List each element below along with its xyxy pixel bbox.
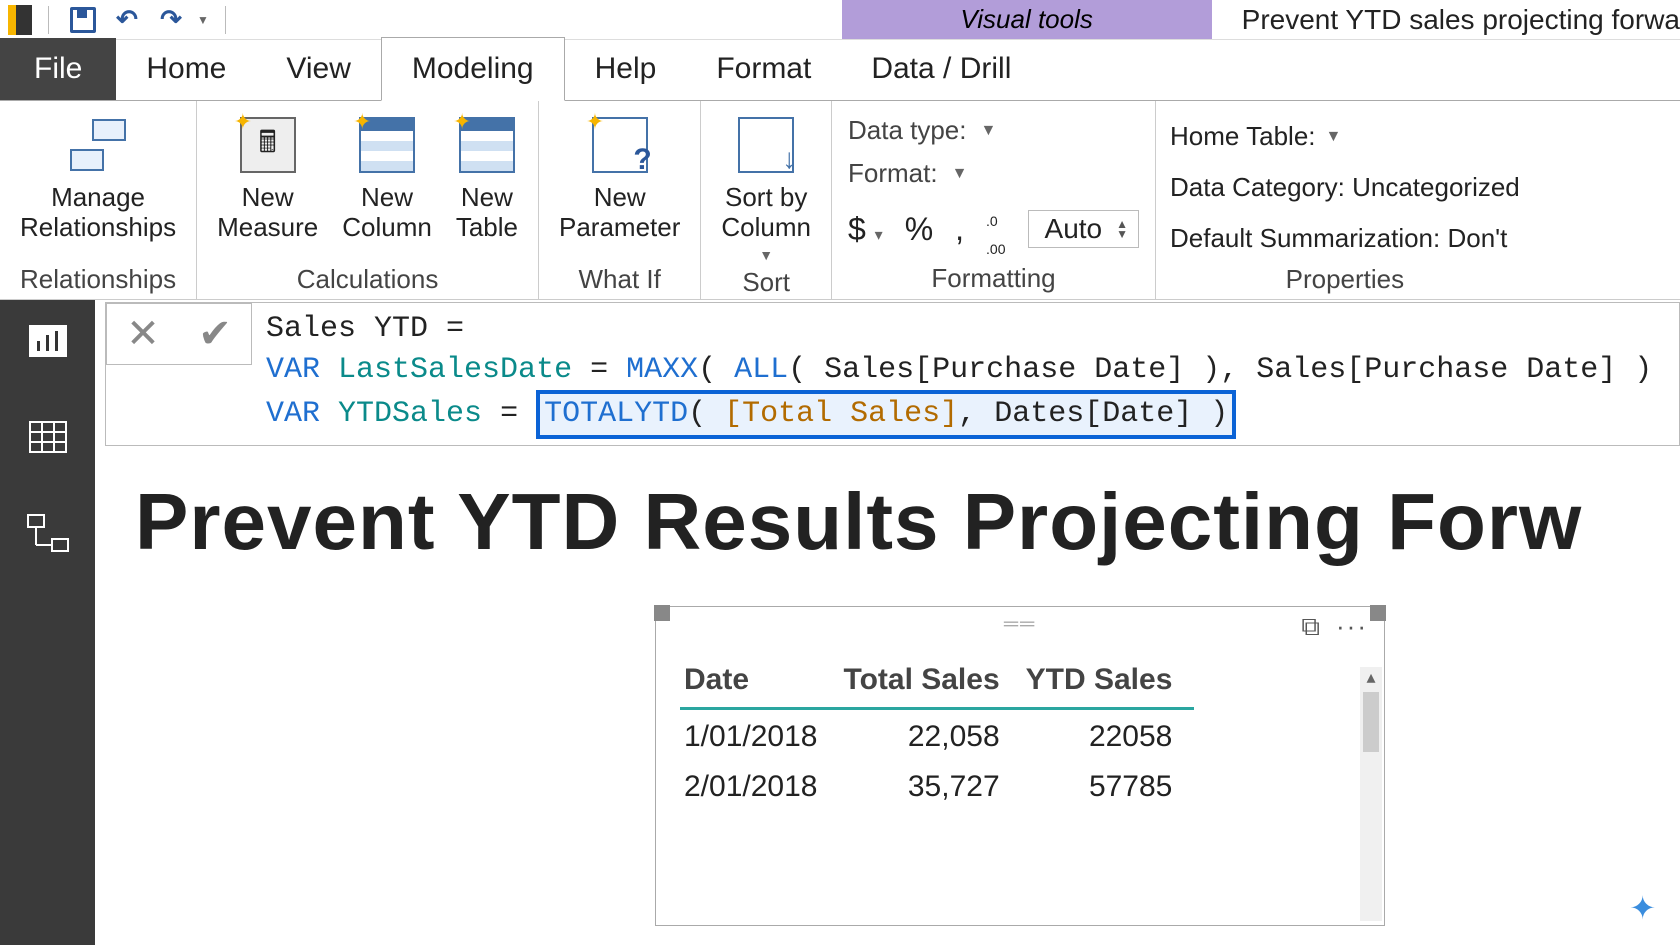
- separator: [48, 6, 49, 34]
- tab-view[interactable]: View: [256, 38, 380, 100]
- new-measure-button[interactable]: New Measure: [207, 107, 328, 247]
- save-icon: [70, 7, 96, 33]
- new-table-button[interactable]: New Table: [446, 107, 528, 247]
- quick-access-toolbar: ↶ ↷ ▼: [0, 0, 234, 39]
- group-relationships: Manage Relationships Relationships: [0, 101, 197, 299]
- table-visual[interactable]: ══ ⧉ ··· Date Total Sales YTD Sales 1/01…: [655, 606, 1385, 926]
- formula-editor[interactable]: Sales YTD = VAR LastSalesDate = MAXX( AL…: [252, 303, 1679, 445]
- app-logo-icon: [8, 5, 32, 35]
- auto-value: Auto: [1045, 213, 1103, 245]
- new-parameter-button[interactable]: New Parameter: [549, 107, 690, 247]
- undo-button[interactable]: ↶: [109, 2, 145, 38]
- tab-data-drill[interactable]: Data / Drill: [841, 38, 1041, 100]
- table-row[interactable]: 2/01/2018 35,727 57785: [680, 760, 1194, 810]
- manage-relationships-label: Manage Relationships: [20, 183, 176, 243]
- thousands-comma-button[interactable]: ,: [955, 211, 964, 248]
- save-button[interactable]: [65, 2, 101, 38]
- relationships-icon: [70, 117, 126, 173]
- measure-icon: [240, 117, 296, 173]
- sort-icon: [738, 117, 794, 173]
- data-type-label: Data type:: [848, 115, 967, 146]
- home-table-dropdown[interactable]: ▼: [1326, 128, 1342, 146]
- separator: [225, 6, 226, 34]
- new-column-button[interactable]: New Column: [332, 107, 442, 247]
- group-label: Calculations: [297, 264, 439, 297]
- manage-relationships-button[interactable]: Manage Relationships: [10, 107, 186, 247]
- ribbon: Manage Relationships Relationships New M…: [0, 100, 1680, 300]
- sort-by-column-button[interactable]: Sort by Column ▼: [711, 107, 821, 267]
- group-label: What If: [579, 264, 661, 297]
- group-sort: Sort by Column ▼ Sort: [701, 101, 832, 299]
- new-table-label: New Table: [456, 183, 518, 243]
- data-view-button[interactable]: [24, 416, 72, 458]
- data-table: Date Total Sales YTD Sales 1/01/2018 22,…: [680, 655, 1194, 810]
- redo-button[interactable]: ↷: [153, 2, 189, 38]
- data-type-dropdown[interactable]: ▼: [981, 122, 997, 140]
- decimals-button[interactable]: .0.00: [986, 205, 1005, 261]
- sort-by-label: Sort by Column: [721, 183, 811, 243]
- qat-dropdown-icon[interactable]: ▼: [197, 13, 209, 27]
- page-title: Prevent YTD Results Projecting Forw: [95, 446, 1680, 568]
- default-summarization-label: Default Summarization: Don't: [1170, 223, 1507, 254]
- report-canvas[interactable]: ✕ ✔ Sales YTD = VAR LastSalesDate = MAXX…: [95, 300, 1680, 945]
- redo-icon: ↷: [160, 4, 182, 35]
- scroll-thumb[interactable]: [1363, 692, 1379, 752]
- decimals-auto-stepper[interactable]: Auto ▲▼: [1028, 210, 1140, 248]
- new-column-label: New Column: [342, 183, 432, 243]
- spinner-icon: ▲▼: [1116, 219, 1128, 239]
- scrollbar[interactable]: ▴: [1360, 667, 1382, 921]
- document-title: Prevent YTD sales projecting forwa: [1212, 0, 1680, 39]
- format-label: Format:: [848, 158, 938, 189]
- formula-commit-button[interactable]: ✔: [179, 304, 251, 364]
- column-icon: [359, 117, 415, 173]
- format-dropdown[interactable]: ▼: [952, 165, 968, 183]
- new-parameter-label: New Parameter: [559, 183, 680, 243]
- report-view-button[interactable]: [24, 320, 72, 362]
- group-label: Relationships: [20, 264, 176, 297]
- group-formatting: Data type: ▼ Format: ▼ $ ▾ % , .0.00 Aut…: [832, 101, 1156, 299]
- focus-mode-icon[interactable]: ⧉: [1301, 611, 1320, 643]
- subscribe-icon: ✦: [1629, 889, 1656, 927]
- col-total-sales[interactable]: Total Sales: [839, 655, 1021, 709]
- group-label: Properties: [1286, 264, 1405, 297]
- highlighted-expression: TOTALYTD( [Total Sales], Dates[Date] ): [536, 390, 1236, 439]
- drag-grip-icon[interactable]: ══: [1004, 613, 1036, 636]
- col-ytd-sales[interactable]: YTD Sales: [1022, 655, 1195, 709]
- main: ✕ ✔ Sales YTD = VAR LastSalesDate = MAXX…: [0, 300, 1680, 945]
- tab-modeling[interactable]: Modeling: [381, 37, 565, 101]
- tab-home[interactable]: Home: [116, 38, 256, 100]
- ribbon-tabs: File Home View Modeling Help Format Data…: [0, 40, 1680, 100]
- col-date[interactable]: Date: [680, 655, 839, 709]
- chevron-down-icon: ▼: [759, 247, 773, 263]
- tab-format[interactable]: Format: [686, 38, 841, 100]
- group-label: Formatting: [931, 263, 1055, 296]
- tab-file[interactable]: File: [0, 38, 116, 100]
- model-view-button[interactable]: [24, 512, 72, 554]
- home-table-label: Home Table:: [1170, 121, 1316, 152]
- more-options-icon[interactable]: ···: [1336, 611, 1368, 642]
- new-measure-label: New Measure: [217, 183, 318, 243]
- tab-help[interactable]: Help: [565, 38, 687, 100]
- formula-bar: ✕ ✔ Sales YTD = VAR LastSalesDate = MAXX…: [105, 302, 1680, 446]
- undo-icon: ↶: [116, 4, 138, 35]
- group-properties: Home Table: ▼ Data Category: Uncategoriz…: [1156, 101, 1534, 299]
- parameter-icon: [592, 117, 648, 173]
- percent-button[interactable]: %: [905, 211, 933, 248]
- group-label: Sort: [742, 267, 790, 300]
- group-calculations: New Measure New Column New Table Calcula…: [197, 101, 539, 299]
- table-icon: [459, 117, 515, 173]
- titlebar: ↶ ↷ ▼ Visual tools Prevent YTD sales pro…: [0, 0, 1680, 40]
- currency-button[interactable]: $ ▾: [848, 211, 883, 248]
- data-category-label: Data Category: Uncategorized: [1170, 172, 1520, 203]
- contextual-tab-visual-tools[interactable]: Visual tools: [842, 0, 1212, 39]
- table-row[interactable]: 1/01/2018 22,058 22058: [680, 709, 1194, 761]
- view-rail: [0, 300, 95, 945]
- group-whatif: New Parameter What If: [539, 101, 701, 299]
- formula-cancel-button[interactable]: ✕: [107, 304, 179, 364]
- scroll-up-icon[interactable]: ▴: [1360, 667, 1382, 688]
